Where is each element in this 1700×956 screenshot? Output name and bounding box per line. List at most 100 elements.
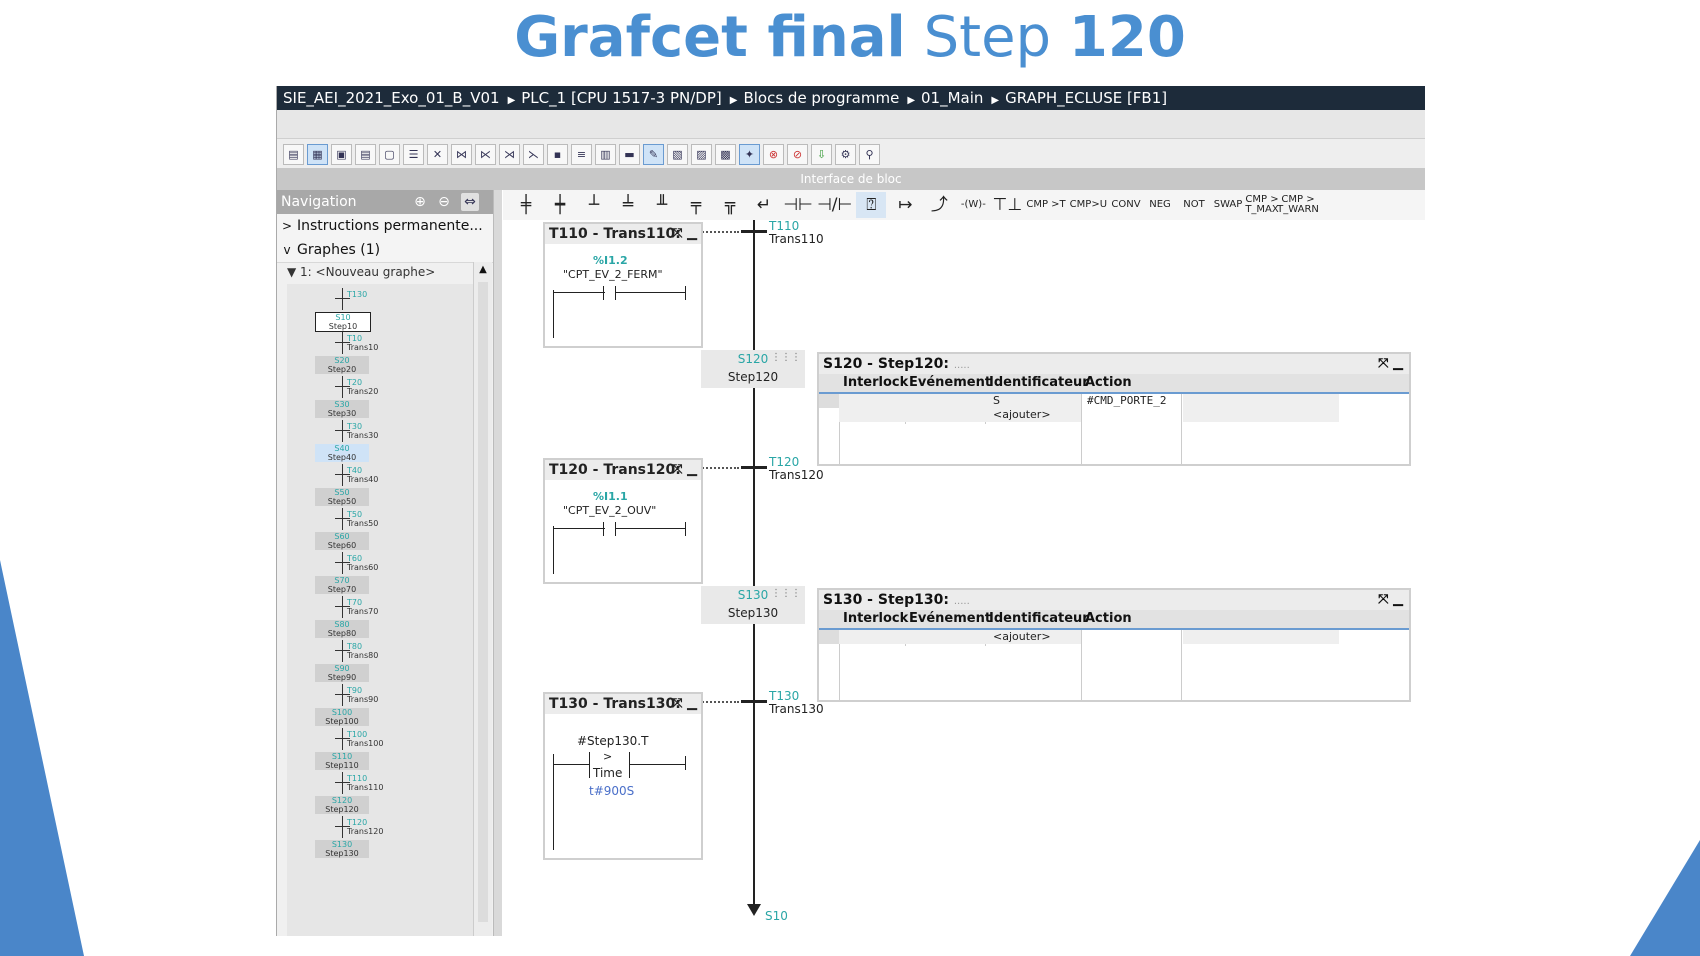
tool-icon-11[interactable]: ⋋ (523, 143, 544, 165)
tool-icon-21[interactable]: ⊗ (763, 143, 784, 165)
tool-icon-8[interactable]: ⋈ (451, 143, 472, 165)
tool-icon-3[interactable]: ▣ (331, 143, 352, 165)
graph-item[interactable]: ▼ 1: <Nouveau graphe> (287, 262, 477, 282)
tree-step-s110[interactable]: S110 Step110 (315, 752, 369, 770)
comment-icon[interactable]: ✎ (643, 143, 664, 165)
coil-icon[interactable]: -(W)- (958, 192, 988, 218)
tree-transition-t30[interactable]: T30 Trans30 (347, 422, 407, 444)
tool-icon-15[interactable]: ▬ (619, 143, 640, 165)
contact-no-icon[interactable]: ⊣⊢ (783, 192, 813, 218)
not-button[interactable]: NOT (1179, 192, 1209, 218)
tree-step-s30[interactable]: S30 Step30 (315, 400, 369, 418)
tool-icon-24[interactable]: ⚙ (835, 143, 856, 165)
tool-icon-20[interactable]: ✦ (739, 143, 760, 165)
branch-icon-2[interactable]: ┿ (545, 192, 575, 218)
nav-row-graphs[interactable]: v Graphes (1) (277, 238, 493, 263)
action-panel-s130[interactable]: S130 - Step130: ..... ⤧ ▁ Interlock Evéne… (817, 588, 1411, 702)
tool-icon-4[interactable]: ▤ (355, 143, 376, 165)
tool-icon-7[interactable]: ✕ (427, 143, 448, 165)
tree-step-s20[interactable]: S20 Step20 (315, 356, 369, 374)
branch-icon-4[interactable]: ╧ (613, 192, 643, 218)
maximize-minimize-icon[interactable]: ⤧ ▁ (672, 460, 697, 480)
tree-transition-t100[interactable]: T100 Trans100 (347, 730, 407, 752)
branch-icon-3[interactable]: ┴ (579, 192, 609, 218)
tree-transition-t70[interactable]: T70 Trans70 (347, 598, 407, 620)
tool-icon-13[interactable]: ≡ (571, 143, 592, 165)
tool-icon-9[interactable]: ⋉ (475, 143, 496, 165)
branch-icon-5[interactable]: ╨ (647, 192, 677, 218)
empty-box-icon[interactable]: ⍰ (856, 192, 887, 218)
tree-step-s100[interactable]: S100 Step100 (315, 708, 369, 726)
zoom-out-icon[interactable]: ⊖ (435, 193, 453, 211)
tree-step-s130[interactable]: S130 Step130 (315, 840, 369, 858)
panel-splitter[interactable] (494, 190, 502, 936)
tree-transition-t110[interactable]: T110 Trans110 (347, 774, 407, 796)
maximize-minimize-icon[interactable]: ⤧ ▁ (1378, 590, 1403, 610)
tree-step-s60[interactable]: S60 Step60 (315, 532, 369, 550)
cmp-u-button[interactable]: CMP>U (1070, 192, 1107, 218)
cmp-tmax-button[interactable]: CMP > T_MAX (1245, 192, 1278, 218)
cmp-t-button[interactable]: CMP >T (1026, 192, 1065, 218)
zoom-in-icon[interactable]: ⊕ (411, 193, 429, 211)
tree-step-s90[interactable]: S90 Step90 (315, 664, 369, 682)
tree-transition-t90[interactable]: T90 Trans90 (347, 686, 407, 708)
add-action-row[interactable]: <ajouter> (993, 630, 1051, 643)
compare-icon[interactable]: ⊤⊥ (992, 192, 1023, 218)
transition-box-t120[interactable]: T120 - Trans120: ⤧ ▁ %I1.1 "CPT_EV_2_OUV" (543, 458, 703, 584)
tree-step-s50[interactable]: S50 Step50 (315, 488, 369, 506)
tool-icon-18[interactable]: ▨ (691, 143, 712, 165)
tool-icon-5[interactable]: ▢ (379, 143, 400, 165)
action-row-action[interactable]: #CMD_PORTE_2 (1087, 394, 1166, 407)
graph-overview-tree[interactable]: T130 S10 Step10 T10 Trans10 S20 Step20 T20 Trans… (287, 284, 473, 936)
tree-transition-t40[interactable]: T40 Trans40 (347, 466, 407, 488)
tool-icon-6[interactable]: ☰ (403, 143, 424, 165)
tool-icon-25[interactable]: ⚲ (859, 143, 880, 165)
tree-transition-t80[interactable]: T80 Trans80 (347, 642, 407, 664)
nav-row-permanent-instructions[interactable]: > Instructions permanente... (277, 214, 493, 239)
jump-icon[interactable]: ↵ (749, 192, 779, 218)
tree-transition-t20[interactable]: T20 Trans20 (347, 378, 407, 400)
breadcrumb-blocks[interactable]: Blocs de programme (743, 89, 899, 107)
transition-box-t110[interactable]: T110 - Trans110: ⤧ ▁ %I1.2 "CPT_EV_2_FERM… (543, 222, 703, 348)
open-branch-icon[interactable]: ⤴ (924, 192, 954, 218)
breadcrumb-plc[interactable]: PLC_1 [CPU 1517-3 PN/DP] (521, 89, 721, 107)
step-box-s120[interactable]: S120 ⋮⋮⋮ Step120 (701, 350, 805, 388)
branch-icon-7[interactable]: ╦ (715, 192, 745, 218)
action-table[interactable]: S #CMD_PORTE_2 <ajouter> (819, 394, 1409, 464)
step-box-s130[interactable]: S130 ⋮⋮⋮ Step130 (701, 586, 805, 624)
arrow-right-icon[interactable]: ↦ (890, 192, 920, 218)
tree-step-s70[interactable]: S70 Step70 (315, 576, 369, 594)
breadcrumb-main[interactable]: 01_Main (921, 89, 983, 107)
action-table[interactable]: <ajouter> (819, 630, 1409, 700)
tree-step-s80[interactable]: S80 Step80 (315, 620, 369, 638)
tree-step-s10[interactable]: S10 Step10 (315, 312, 371, 332)
download-icon[interactable]: ⇩ (811, 143, 832, 165)
breadcrumb-project[interactable]: SIE_AEI_2021_Exo_01_B_V01 (283, 89, 500, 107)
contact-nc-icon[interactable]: ⊣/⊢ (817, 192, 852, 218)
tool-icon-1[interactable]: ▤ (283, 143, 304, 165)
maximize-minimize-icon[interactable]: ⤧ ▁ (672, 694, 697, 714)
action-row-identifier[interactable]: S (993, 394, 1000, 407)
tree-transition-t60[interactable]: T60 Trans60 (347, 554, 407, 576)
branch-icon-1[interactable]: ╪ (511, 192, 541, 218)
navigation-scrollbar[interactable]: ▲ (473, 262, 492, 936)
tree-transition-t120[interactable]: T120 Trans120 (347, 818, 407, 840)
graph-canvas[interactable]: S10 T110 Trans110 T110 - Trans110: ⤧ ▁ %I1… (503, 220, 1425, 936)
block-interface-bar[interactable]: Interface de bloc (277, 168, 1425, 190)
fit-view-icon[interactable]: ⇔ (461, 193, 479, 211)
tree-transition-t50[interactable]: T50 Trans50 (347, 510, 407, 532)
tree-step-s40[interactable]: S40 Step40 (315, 444, 369, 462)
tool-icon-12[interactable]: ▪ (547, 143, 568, 165)
transition-box-t130[interactable]: T130 - Trans130: ⤧ ▁ #Step130.T > Time t#… (543, 692, 703, 860)
maximize-minimize-icon[interactable]: ⤧ ▁ (672, 224, 697, 244)
tool-icon-17[interactable]: ▧ (667, 143, 688, 165)
tool-icon-10[interactable]: ⋊ (499, 143, 520, 165)
tool-icon-22[interactable]: ⊘ (787, 143, 808, 165)
cmp-twarn-button[interactable]: CMP > T_WARN (1277, 192, 1319, 218)
breadcrumb-graph-block[interactable]: GRAPH_ECLUSE [FB1] (1005, 89, 1167, 107)
tree-transition-t10[interactable]: T10 Trans10 (347, 334, 407, 356)
tool-icon-14[interactable]: ▥ (595, 143, 616, 165)
add-action-row[interactable]: <ajouter> (993, 408, 1051, 421)
neg-button[interactable]: NEG (1145, 192, 1175, 218)
branch-icon-6[interactable]: ╤ (681, 192, 711, 218)
